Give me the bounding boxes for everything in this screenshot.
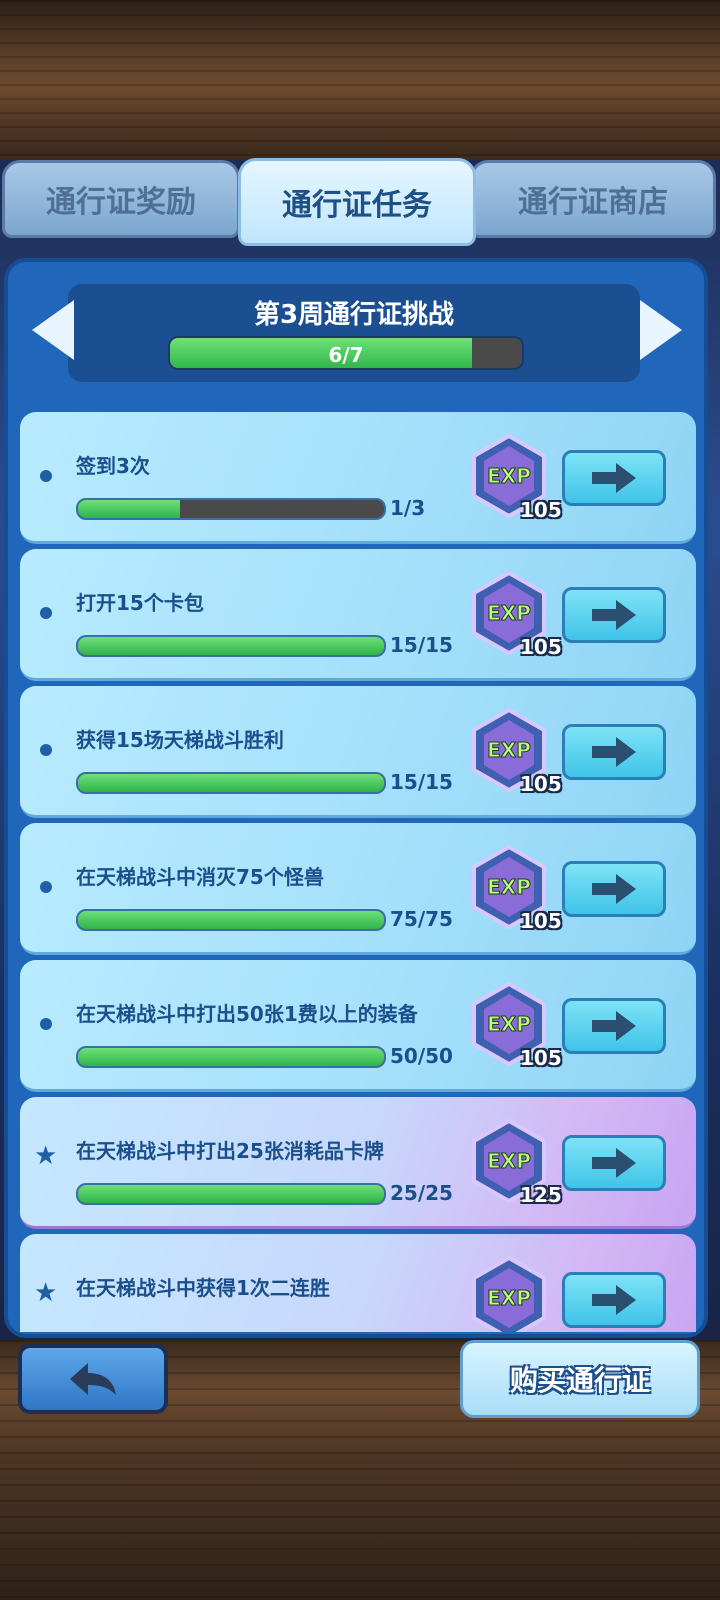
dot-icon xyxy=(40,1018,52,1030)
go-to-task-button[interactable] xyxy=(562,998,666,1054)
task-list[interactable]: 签到3次 1/3 EXP 105 打开15个卡包 15/15 EXP 105 获得15场天梯战斗… xyxy=(20,412,696,1332)
dot-icon xyxy=(40,470,52,482)
task-row: 在天梯战斗中打出50张1费以上的装备 50/50 EXP 105 xyxy=(20,960,696,1092)
task-title: 获得15场天梯战斗胜利 xyxy=(76,728,284,752)
right-arrow-icon xyxy=(592,1011,636,1041)
task-progress-text: 1/3 xyxy=(390,496,426,520)
exp-label: EXP xyxy=(487,464,531,488)
task-progress-bar xyxy=(76,635,386,657)
exp-amount: 105 xyxy=(520,1046,562,1070)
right-arrow-icon xyxy=(592,600,636,630)
task-title: 在天梯战斗中打出50张1费以上的装备 xyxy=(76,1002,418,1026)
exp-label: EXP xyxy=(487,1286,531,1310)
right-arrow-icon xyxy=(592,1285,636,1315)
tab-label: 通行证商店 xyxy=(518,185,668,220)
tab-pass-shop[interactable]: 通行证商店 xyxy=(470,160,716,238)
exp-amount: 105 xyxy=(520,498,562,522)
back-button[interactable] xyxy=(18,1344,168,1414)
task-row: 打开15个卡包 15/15 EXP 105 xyxy=(20,549,696,681)
challenge-progress-text: 6/7 xyxy=(328,343,364,367)
exp-label: EXP xyxy=(487,601,531,625)
task-row: ★ 在天梯战斗中获得1次二连胜 EXP xyxy=(20,1234,696,1332)
task-progress-fill xyxy=(78,500,180,518)
task-progress-text: 75/75 xyxy=(390,907,453,931)
exp-label: EXP xyxy=(487,738,531,762)
task-progress-bar xyxy=(76,909,386,931)
task-progress-bar xyxy=(76,772,386,794)
back-arrow-icon xyxy=(70,1363,116,1395)
right-arrow-icon xyxy=(592,463,636,493)
task-progress-bar xyxy=(76,1183,386,1205)
go-to-task-button[interactable] xyxy=(562,861,666,917)
go-to-task-button[interactable] xyxy=(562,1272,666,1328)
star-icon: ★ xyxy=(34,1278,58,1308)
exp-amount: 105 xyxy=(520,772,562,796)
task-row: ★ 在天梯战斗中打出25张消耗品卡牌 25/25 EXP 125 xyxy=(20,1097,696,1229)
exp-amount: 105 xyxy=(520,635,562,659)
go-to-task-button[interactable] xyxy=(562,724,666,780)
go-to-task-button[interactable] xyxy=(562,1135,666,1191)
task-progress-fill xyxy=(78,637,384,655)
next-week-arrow-icon[interactable] xyxy=(640,300,682,360)
task-progress-text: 25/25 xyxy=(390,1181,453,1205)
task-title: 在天梯战斗中消灭75个怪兽 xyxy=(76,865,324,889)
exp-label: EXP xyxy=(487,1012,531,1036)
right-arrow-icon xyxy=(592,874,636,904)
task-title: 在天梯战斗中获得1次二连胜 xyxy=(76,1276,330,1300)
challenge-progress-bar: 6/7 xyxy=(168,336,524,370)
prev-week-arrow-icon[interactable] xyxy=(32,300,74,360)
wood-frame-top xyxy=(0,0,720,160)
task-progress-fill xyxy=(78,774,384,792)
buy-pass-label: 购买通行证 xyxy=(509,1364,650,1397)
right-arrow-icon xyxy=(592,737,636,767)
task-progress-text: 15/15 xyxy=(390,633,453,657)
tab-label: 通行证奖励 xyxy=(46,185,196,220)
exp-label: EXP xyxy=(487,1149,531,1173)
go-to-task-button[interactable] xyxy=(562,450,666,506)
task-progress-text: 50/50 xyxy=(390,1044,453,1068)
right-arrow-icon xyxy=(592,1148,636,1178)
task-progress-fill xyxy=(78,1048,384,1066)
tab-pass-tasks[interactable]: 通行证任务 xyxy=(238,158,476,246)
exp-amount: 105 xyxy=(520,909,562,933)
exp-amount: 125 xyxy=(520,1183,562,1207)
task-progress-bar xyxy=(76,498,386,520)
task-title: 签到3次 xyxy=(76,454,150,478)
star-icon: ★ xyxy=(34,1141,58,1171)
task-progress-fill xyxy=(78,911,384,929)
buy-pass-button[interactable]: 购买通行证 xyxy=(460,1340,700,1418)
task-row: 在天梯战斗中消灭75个怪兽 75/75 EXP 105 xyxy=(20,823,696,955)
exp-badge-icon: EXP xyxy=(472,1256,546,1332)
task-title: 在天梯战斗中打出25张消耗品卡牌 xyxy=(76,1139,384,1163)
task-progress-text: 15/15 xyxy=(390,770,453,794)
task-progress-fill xyxy=(78,1185,384,1203)
task-title: 打开15个卡包 xyxy=(76,591,204,615)
go-to-task-button[interactable] xyxy=(562,587,666,643)
task-row: 获得15场天梯战斗胜利 15/15 EXP 105 xyxy=(20,686,696,818)
dot-icon xyxy=(40,881,52,893)
tab-pass-rewards[interactable]: 通行证奖励 xyxy=(2,160,240,238)
task-row: 签到3次 1/3 EXP 105 xyxy=(20,412,696,544)
task-progress-bar xyxy=(76,1046,386,1068)
dot-icon xyxy=(40,744,52,756)
dot-icon xyxy=(40,607,52,619)
challenge-title: 第3周通行证挑战 xyxy=(253,300,455,330)
exp-label: EXP xyxy=(487,875,531,899)
tab-label: 通行证任务 xyxy=(282,188,432,223)
